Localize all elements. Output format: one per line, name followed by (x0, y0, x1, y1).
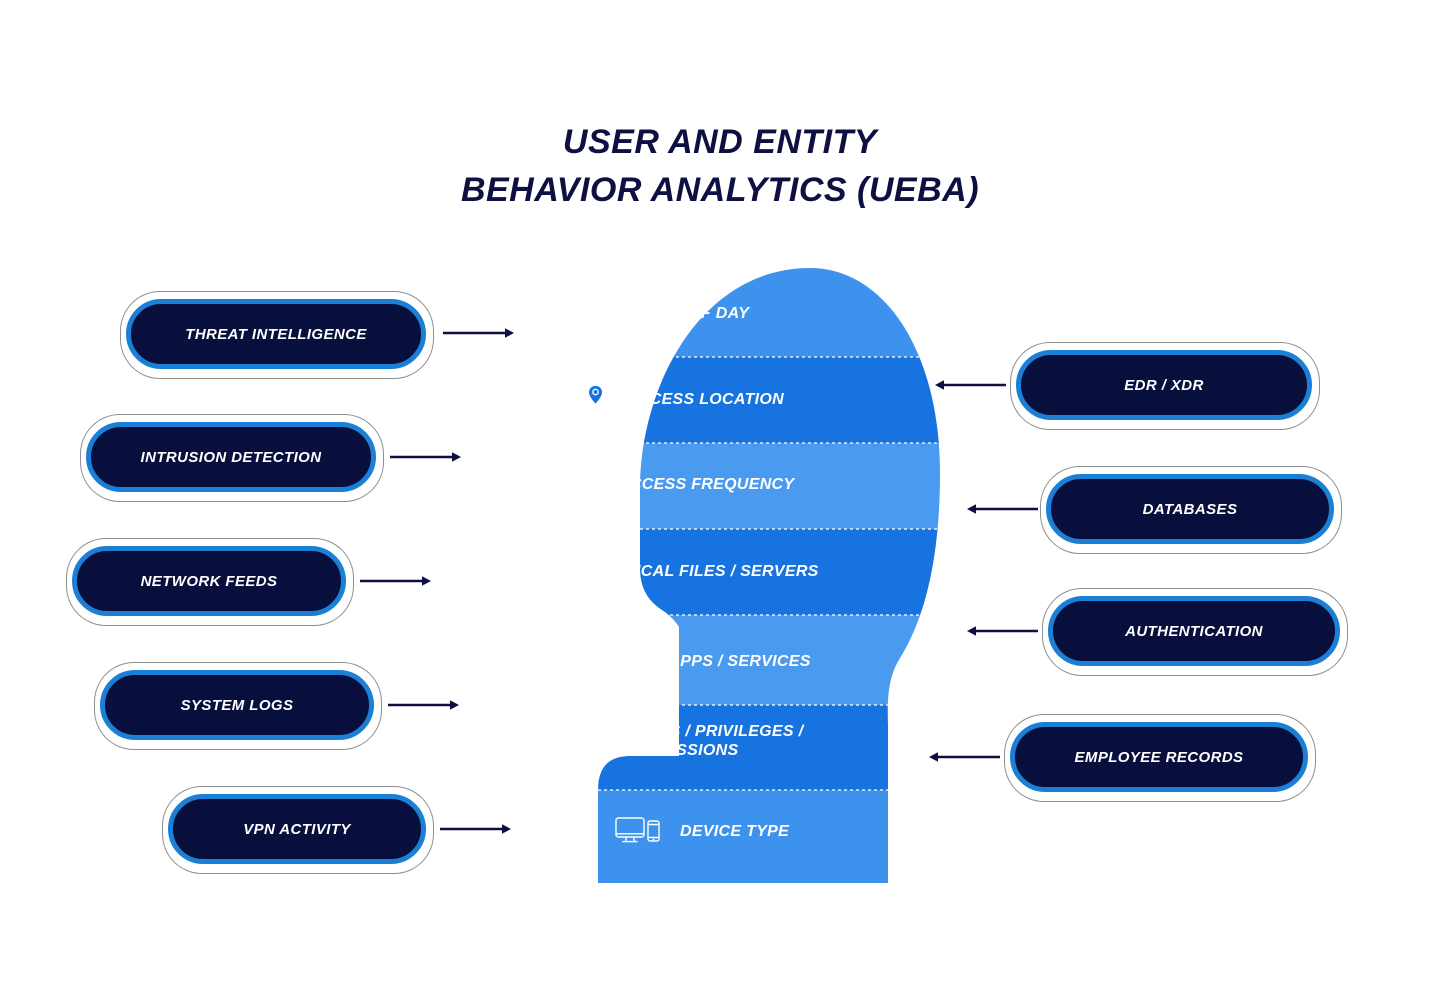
pill-label-edr-xdr: EDR / XDR (1124, 376, 1204, 394)
arrow-authentication (966, 624, 1038, 638)
source-pill-network-feeds[interactable]: NETWORK FEEDS (72, 546, 346, 616)
page-title: USER AND ENTITY BEHAVIOR ANALYTICS (UEBA… (0, 118, 1440, 214)
band-typical-apps-services (598, 615, 940, 705)
band-access-frequency (598, 443, 940, 529)
band-access-location (598, 357, 940, 443)
source-pill-edr-xdr[interactable]: EDR / XDR (1016, 350, 1312, 420)
pill-label-vpn-activity: VPN ACTIVITY (243, 820, 351, 838)
band-roles-privileges (598, 705, 940, 790)
source-pill-threat-intelligence[interactable]: THREAT INTELLIGENCE (126, 299, 426, 369)
source-pill-databases[interactable]: DATABASES (1046, 474, 1334, 544)
head-bands-group (598, 268, 940, 883)
source-pill-vpn-activity[interactable]: VPN ACTIVITY (168, 794, 426, 864)
pill-label-authentication: AUTHENTICATION (1125, 622, 1263, 640)
pill-label-employee-records: EMPLOYEE RECORDS (1074, 748, 1244, 766)
source-pill-employee-records[interactable]: EMPLOYEE RECORDS (1010, 722, 1308, 792)
source-pill-intrusion-detection[interactable]: INTRUSION DETECTION (86, 422, 376, 492)
arrow-network-feeds (360, 574, 432, 588)
pill-label-threat-intelligence: THREAT INTELLIGENCE (185, 325, 367, 343)
pill-label-network-feeds: NETWORK FEEDS (140, 572, 278, 590)
title-line-1: USER AND ENTITY (562, 123, 878, 161)
source-pill-system-logs[interactable]: SYSTEM LOGS (100, 670, 374, 740)
source-pill-authentication[interactable]: AUTHENTICATION (1048, 596, 1340, 666)
band-time-of-day (598, 268, 940, 357)
band-device-type (598, 790, 940, 883)
head-silhouette-diagram: TIME OF DAY ACCESS LOCATION ACCESS FREQU… (430, 258, 950, 883)
pill-label-databases: DATABASES (1142, 500, 1238, 518)
pill-label-system-logs: SYSTEM LOGS (180, 696, 294, 714)
pill-label-intrusion-detection: INTRUSION DETECTION (140, 448, 322, 466)
arrow-databases (966, 502, 1038, 516)
band-typical-files-servers (598, 529, 940, 615)
title-line-2: BEHAVIOR ANALYTICS (UEBA) (460, 171, 980, 209)
